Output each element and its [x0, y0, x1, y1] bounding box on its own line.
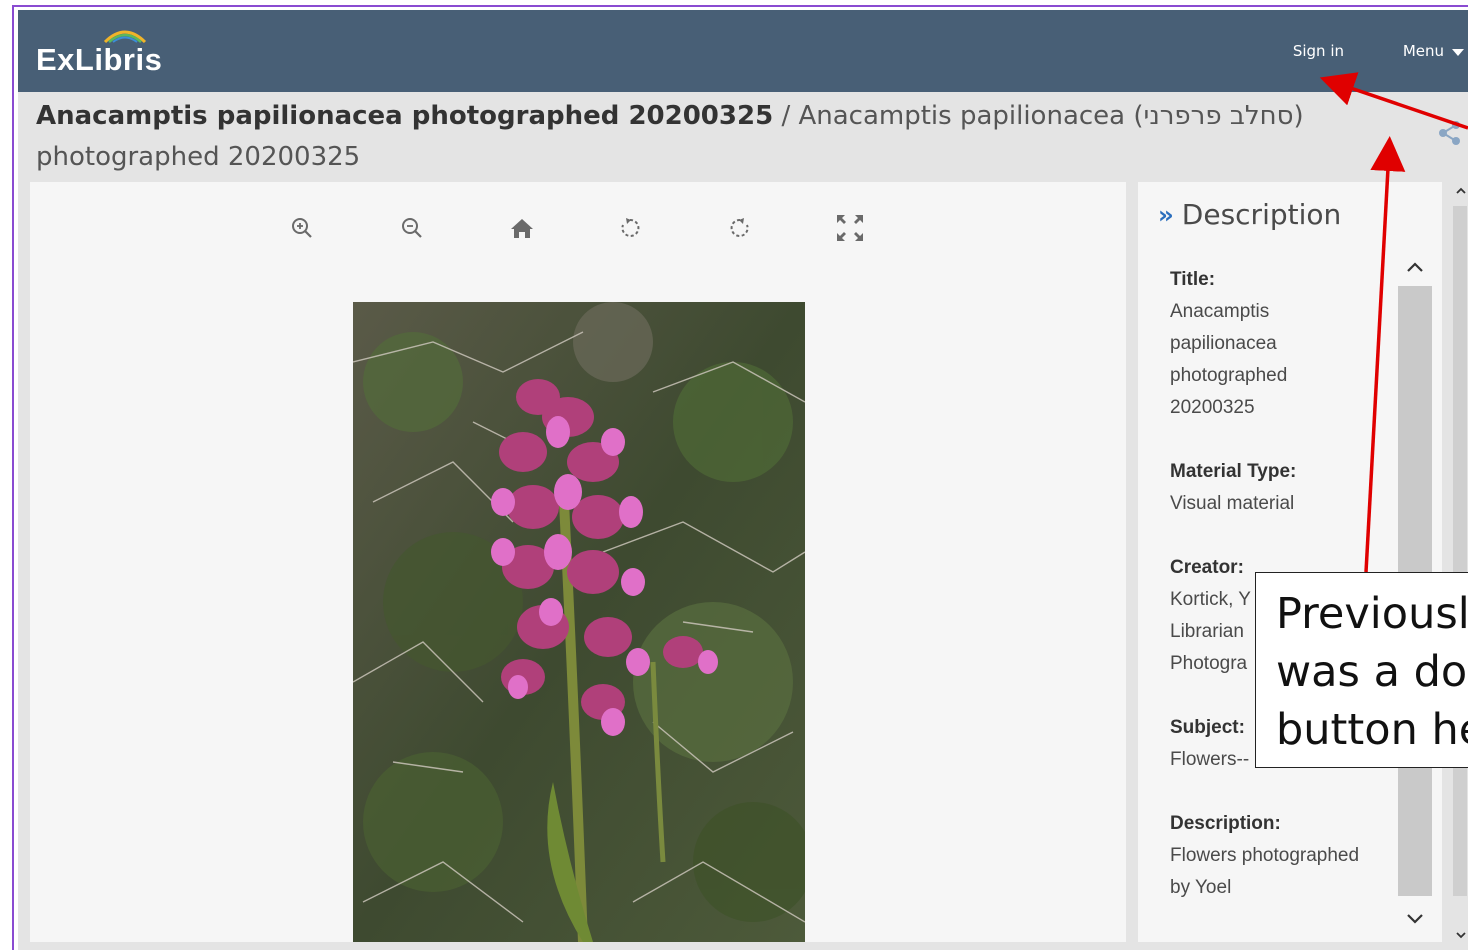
description-header[interactable]: ›› Description [1158, 198, 1341, 231]
description-panel: ›› Description Title: Anacamptis papilio… [1138, 182, 1442, 942]
zoom-out-button[interactable] [392, 210, 432, 246]
field-value: 20200325 [1170, 397, 1255, 418]
record-title-alt: / Anacamptis papilionacea (סחלב פרפרני) [781, 101, 1304, 131]
logo-arc-icon [103, 30, 147, 44]
field-label: Title: [1170, 269, 1216, 290]
field-value: Anacamptis [1170, 301, 1270, 322]
field-value: photographed [1170, 365, 1288, 386]
annotation-callout: Previousl was a do button he [1255, 572, 1468, 768]
page-scrollbar-thumb[interactable] [1453, 206, 1467, 896]
orchid-photo[interactable] [353, 302, 805, 942]
app: ExLibris Sign in Menu Anacamptis papilio… [18, 10, 1468, 950]
description-heading: Description [1181, 198, 1342, 231]
rotate-left-icon [621, 218, 640, 237]
rotate-right-button[interactable] [720, 210, 760, 246]
field-label: Description: [1170, 813, 1281, 834]
field-description: Description: Flowers photographed by Yoe… [1170, 808, 1398, 904]
scroll-up-arrow-icon[interactable] [1454, 184, 1468, 198]
field-material-type: Material Type: Visual material [1170, 456, 1398, 520]
zoom-in-icon [292, 218, 312, 238]
field-value: papilionacea [1170, 333, 1277, 354]
callout-line: button he [1276, 705, 1468, 755]
window-border-top [12, 5, 1468, 7]
exlibris-logo[interactable]: ExLibris [36, 30, 196, 80]
field-label: Material Type: [1170, 461, 1297, 482]
record-title-main: Anacamptis papilionacea photographed 202… [36, 101, 774, 131]
header-bar: ExLibris Sign in Menu [18, 10, 1468, 92]
zoom-out-icon [402, 218, 422, 238]
zoom-in-button[interactable] [282, 210, 322, 246]
home-button[interactable] [502, 210, 542, 246]
window-border-left [12, 5, 14, 950]
menu-button[interactable]: Menu [1403, 42, 1464, 60]
home-icon [511, 219, 533, 238]
rotate-left-button[interactable] [610, 210, 650, 246]
fullscreen-button[interactable] [830, 210, 870, 246]
chevron-down-icon[interactable] [1400, 906, 1430, 932]
screenshot-frame: ExLibris Sign in Menu Anacamptis papilio… [0, 0, 1468, 950]
rotate-right-icon [730, 218, 749, 237]
callout-line: Previousl [1276, 589, 1468, 639]
sign-in-link[interactable]: Sign in [1293, 42, 1344, 60]
logo-text: ExLibris [36, 42, 163, 77]
image-viewer [30, 182, 1126, 942]
field-value: by Yoel [1170, 877, 1232, 898]
orchid-image [353, 302, 805, 942]
field-title: Title: Anacamptis papilionacea photograp… [1170, 264, 1398, 424]
share-icon[interactable] [1438, 120, 1460, 146]
field-value: Visual material [1170, 493, 1295, 514]
menu-label: Menu [1402, 42, 1444, 60]
caret-down-icon [1452, 49, 1464, 56]
record-title-line2: photographed 20200325 [36, 142, 361, 172]
callout-line: was a do [1276, 647, 1468, 697]
field-value: Flowers photographed [1170, 845, 1360, 866]
fullscreen-icon [837, 215, 863, 241]
chevron-up-icon[interactable] [1398, 252, 1432, 282]
record-title: Anacamptis papilionacea photographed 202… [36, 96, 1348, 178]
double-chevron-right-icon: ›› [1158, 200, 1174, 229]
scroll-down-arrow-icon[interactable] [1454, 928, 1468, 942]
